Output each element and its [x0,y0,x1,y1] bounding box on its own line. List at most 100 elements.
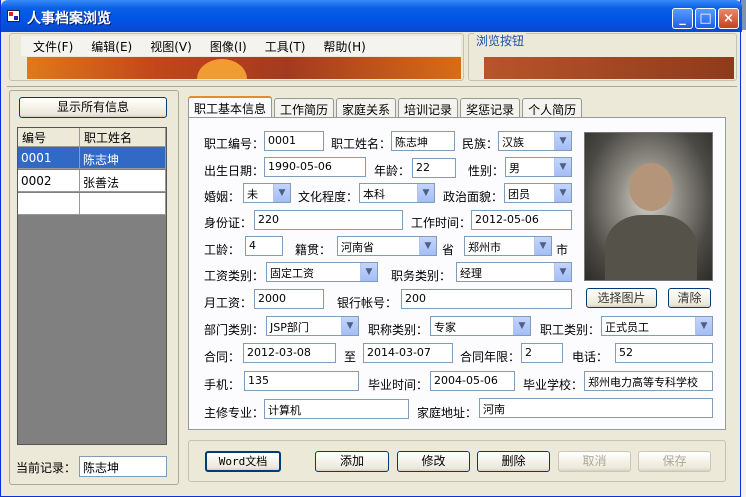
grad-time-field[interactable]: 2004-05-06 [430,371,515,391]
chevron-down-icon[interactable]: ▼ [341,317,358,335]
maximize-button[interactable]: □ [695,8,716,29]
delete-button[interactable]: 删除 [477,451,550,472]
worktime-field[interactable]: 2012-05-06 [471,210,572,230]
province-select[interactable]: 河南省 ▼ [337,236,437,256]
address-label: 家庭地址： [417,406,478,420]
tab-work-resume[interactable]: 工作简历 [274,98,335,118]
emp-type-select[interactable]: 正式员工 ▼ [601,316,713,336]
mobile-label: 手机： [204,378,241,392]
seniority-field[interactable]: 4 [245,236,283,256]
political-label: 政治面貌： [443,190,504,204]
cell-empty[interactable] [80,193,166,215]
salary-type-select[interactable]: 固定工资 ▼ [266,262,378,282]
gender-value: 男 [509,162,520,175]
minimize-button[interactable]: _ [672,8,693,29]
main-window: 人事档案浏览 _ □ × 文件(F) 编辑(E) 视图(V) 图像(I) 工具(… [0,0,742,497]
separator [7,86,737,87]
bank-label: 银行帐号： [337,296,398,310]
idcard-field[interactable]: 220 [254,210,403,230]
chevron-down-icon[interactable]: ▼ [513,317,530,335]
marriage-select[interactable]: 未 ▼ [243,183,291,203]
gender-select[interactable]: 男 ▼ [505,157,572,177]
clear-photo-button[interactable]: 清除 [668,288,711,308]
table-row[interactable]: 0002 张善法 [18,170,166,192]
cancel-button[interactable]: 取消 [558,451,631,472]
current-record-label: 当前记录： [16,461,77,475]
tab-personal-resume[interactable]: 个人简历 [522,98,583,118]
idcard-label: 身份证： [204,216,253,230]
dept-select[interactable]: JSP部门 ▼ [266,316,359,336]
chevron-down-icon[interactable]: ▼ [534,237,551,255]
tab-family[interactable]: 家庭关系 [336,98,397,118]
menu-tools[interactable]: 工具(T) [253,36,312,56]
marriage-value: 未 [247,188,258,201]
title-bar[interactable]: 人事档案浏览 _ □ × [1,0,742,32]
table-row[interactable]: 0001 陈志坤 [18,147,166,169]
tab-rewards[interactable]: 奖惩记录 [460,98,521,118]
emp-no-field[interactable]: 0001 [264,131,324,151]
save-button[interactable]: 保存 [638,451,711,472]
edit-button[interactable]: 修改 [397,451,470,472]
cell-name[interactable]: 张善法 [80,170,166,192]
chevron-down-icon[interactable]: ▼ [360,263,377,281]
menu-view[interactable]: 视图(V) [138,36,198,56]
header-name[interactable]: 职工姓名 [80,128,166,147]
gender-label: 性别： [468,164,505,178]
bank-field[interactable]: 200 [401,289,572,309]
menu-edit[interactable]: 编辑(E) [79,36,138,56]
school-field[interactable]: 郑州电力高等专科学校 [584,371,713,391]
menu-file[interactable]: 文件(F) [21,36,79,56]
major-field[interactable]: 计算机 [264,399,409,419]
mobile-field[interactable]: 135 [244,371,359,391]
chevron-down-icon[interactable]: ▼ [419,237,436,255]
employee-grid[interactable]: 编号 职工姓名 0001 陈志坤 0002 张善法 [17,127,167,445]
contract-label: 合同： [204,350,241,364]
birth-field[interactable]: 1990-05-06 [264,157,366,177]
current-record-field[interactable]: 陈志坤 [79,456,167,477]
cell-empty[interactable] [18,193,80,215]
tab-basic-info[interactable]: 职工基本信息 [188,96,273,118]
chevron-down-icon[interactable]: ▼ [554,184,571,202]
emp-type-label: 职工类别： [540,323,601,337]
select-photo-button[interactable]: 选择图片 [586,288,657,308]
native-label: 籍贯： [295,243,332,257]
major-label: 主修专业： [204,406,265,420]
show-all-button[interactable]: 显示所有信息 [19,97,167,118]
chevron-down-icon[interactable]: ▼ [417,184,434,202]
job-type-label: 职务类别： [391,269,452,283]
word-document-button[interactable]: Word文档 [205,451,281,472]
header-id[interactable]: 编号 [18,128,80,147]
ethnic-select[interactable]: 汉族 ▼ [498,131,572,151]
political-select[interactable]: 团员 ▼ [504,183,572,203]
chevron-down-icon[interactable]: ▼ [273,184,290,202]
cell-id[interactable]: 0001 [18,147,80,169]
age-field[interactable]: 22 [412,158,456,178]
contract-years-label: 合同年限： [460,350,521,364]
menu-help[interactable]: 帮助(H) [311,36,371,56]
education-select[interactable]: 本科 ▼ [359,183,435,203]
phone-field[interactable]: 52 [615,343,713,363]
chevron-down-icon[interactable]: ▼ [695,317,712,335]
city-select[interactable]: 郑州市 ▼ [464,236,552,256]
add-button[interactable]: 添加 [315,451,389,472]
address-field[interactable]: 河南 [479,398,713,418]
political-value: 团员 [508,188,530,201]
chevron-down-icon[interactable]: ▼ [554,158,571,176]
title-select[interactable]: 专家 ▼ [430,316,531,336]
chevron-down-icon[interactable]: ▼ [554,132,571,150]
name-field[interactable]: 陈志坤 [391,131,455,151]
contract-start-field[interactable]: 2012-03-08 [243,343,336,363]
job-type-select[interactable]: 经理 ▼ [456,262,572,282]
tab-training[interactable]: 培训记录 [398,98,459,118]
chevron-down-icon[interactable]: ▼ [554,263,571,281]
contract-years-field[interactable]: 2 [521,343,563,363]
province-suffix: 省 [442,243,455,257]
title-label: 职称类别： [368,323,429,337]
cell-id[interactable]: 0002 [18,170,80,192]
contract-end-field[interactable]: 2014-03-07 [363,343,453,363]
menu-image[interactable]: 图像(I) [198,36,253,56]
monthly-salary-field[interactable]: 2000 [254,289,324,309]
close-button[interactable]: × [718,8,739,29]
cell-name[interactable]: 陈志坤 [80,147,166,169]
new-row[interactable] [18,193,166,215]
